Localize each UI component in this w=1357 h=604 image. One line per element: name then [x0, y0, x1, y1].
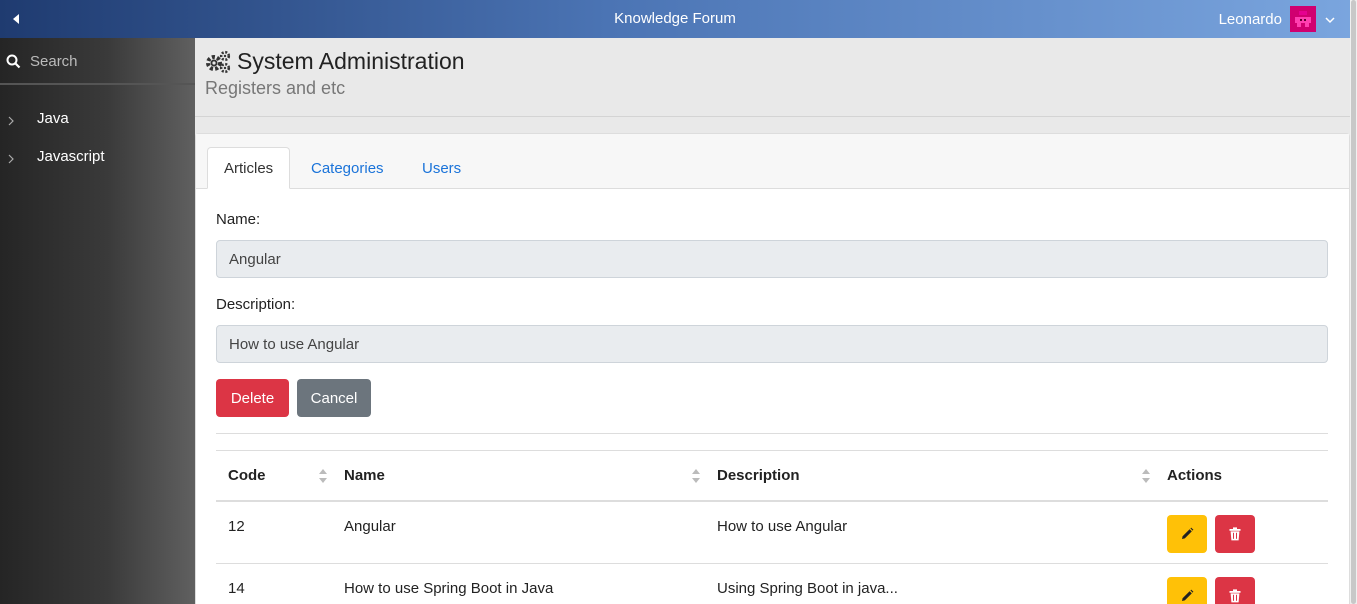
sidebar-search [0, 38, 195, 85]
admin-card: Articles Categories Users Name: Descript… [195, 133, 1350, 604]
chevron-right-icon [6, 151, 16, 164]
cell-code: 14 [228, 580, 245, 597]
sidebar-item-javascript[interactable]: Javascript [0, 137, 195, 175]
pencil-icon [1182, 589, 1194, 601]
page-subtitle: Registers and etc [205, 78, 346, 98]
page-title-text: System Administration [237, 48, 465, 74]
page-title: System Administration [205, 48, 465, 75]
sidebar: Java Javascript [0, 38, 195, 604]
sidebar-item-java[interactable]: Java [0, 99, 195, 137]
delete-row-button[interactable] [1215, 514, 1255, 553]
articles-table: Code Name Description Actions 12 Angular… [216, 450, 1328, 604]
edit-button[interactable] [1167, 514, 1207, 553]
edit-button[interactable] [1167, 577, 1207, 604]
table-header-row: Code Name Description Actions [216, 450, 1328, 501]
name-field[interactable] [216, 240, 1328, 278]
column-header-code[interactable]: Code [216, 451, 332, 501]
sidebar-item-label: Javascript [37, 147, 105, 165]
cell-description: Using Spring Boot in java... [717, 580, 898, 597]
cogs-icon [205, 50, 231, 74]
main-content: System Administration Registers and etc … [195, 38, 1350, 604]
search-input[interactable] [30, 50, 190, 72]
category-tree: Java Javascript [0, 85, 195, 175]
top-header: Knowledge Forum Leonardo [0, 0, 1350, 38]
tab-categories[interactable]: Categories [295, 147, 400, 189]
tab-users[interactable]: Users [406, 147, 477, 189]
divider [216, 433, 1328, 434]
chevron-down-icon [1324, 13, 1336, 25]
search-icon [6, 54, 21, 69]
trash-icon [1229, 589, 1241, 603]
scrollbar-thumb[interactable] [1351, 0, 1356, 604]
cancel-button[interactable]: Cancel [297, 379, 371, 417]
description-field[interactable] [216, 325, 1328, 363]
cell-actions [1155, 501, 1328, 564]
page-header: System Administration Registers and etc [195, 38, 1350, 117]
cell-name: How to use Spring Boot in Java [344, 580, 554, 597]
pencil-icon [1182, 527, 1194, 539]
app-title: Knowledge Forum [614, 10, 736, 27]
delete-button[interactable]: Delete [216, 379, 289, 417]
page-scrollbar[interactable] [1350, 0, 1357, 604]
sort-icon [318, 468, 328, 484]
cell-description: How to use Angular [717, 517, 848, 535]
name-label: Name: [216, 211, 261, 228]
table-row: 12 Angular How to use Angular [216, 501, 1328, 564]
sidebar-item-label: Java [37, 109, 69, 127]
column-header-description[interactable]: Description [705, 451, 1155, 501]
cell-code: 12 [228, 517, 245, 535]
trash-icon [1229, 526, 1241, 540]
chevron-right-icon [6, 113, 16, 126]
sort-icon [1141, 468, 1151, 484]
description-label: Description: [216, 296, 296, 313]
tab-articles[interactable]: Articles [207, 147, 291, 189]
table-row: 14 How to use Spring Boot in Java Using … [216, 564, 1328, 604]
tab-bar: Articles Categories Users [196, 134, 1349, 189]
cell-actions [1155, 564, 1328, 604]
sort-icon [691, 468, 701, 484]
cell-name: Angular [344, 517, 396, 535]
column-header-name[interactable]: Name [332, 451, 705, 501]
user-menu[interactable]: Leonardo [1219, 6, 1336, 32]
delete-row-button[interactable] [1215, 577, 1255, 604]
avatar [1290, 6, 1316, 32]
column-header-actions: Actions [1167, 466, 1223, 484]
user-name: Leonardo [1218, 10, 1282, 28]
